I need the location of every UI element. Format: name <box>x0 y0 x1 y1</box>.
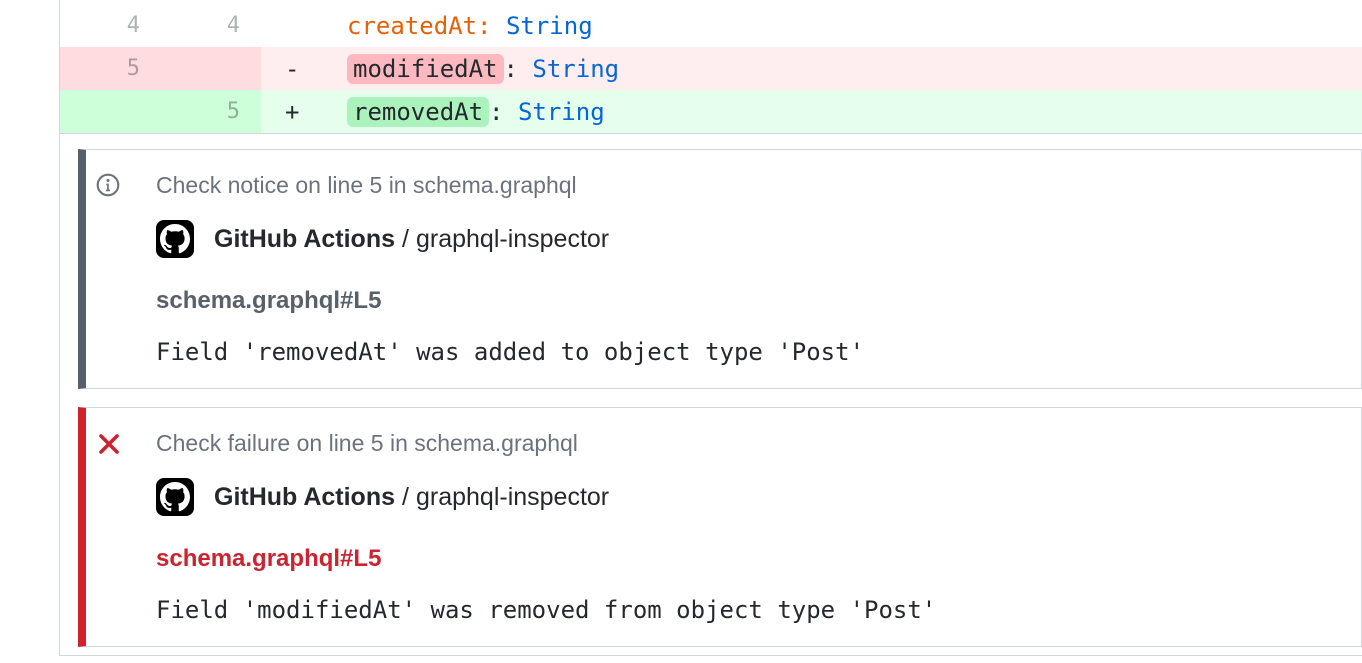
app-name-link[interactable]: GitHub Actions <box>214 483 395 511</box>
workflow-name[interactable]: graphql-inspector <box>416 483 609 511</box>
diff-code-line: createdAt: String <box>261 4 1362 47</box>
type-token: String <box>532 55 619 83</box>
diff-code-line: + removedAt: String <box>261 90 1362 133</box>
workflow-name[interactable]: graphql-inspector <box>416 225 609 253</box>
info-icon <box>96 173 120 197</box>
github-logo-icon <box>156 220 194 258</box>
check-annotation-notice: Check notice on line 5 in schema.graphql… <box>78 149 1362 389</box>
new-line-number[interactable] <box>161 47 261 90</box>
app-separator: / <box>402 225 409 253</box>
x-icon <box>98 433 120 455</box>
code-text: createdAt: String <box>347 12 593 40</box>
annotation-header: Check failure on line 5 in schema.graphq… <box>156 432 1341 454</box>
code-text: removedAt: String <box>347 98 605 126</box>
annotation-app-row: GitHub Actions/graphql-inspector <box>156 220 1341 258</box>
diff-annotations-view: 4 4 createdAt: String 5 - modifiedAt: St… <box>0 0 1362 663</box>
separator-token <box>492 12 506 40</box>
separator-token: : <box>489 98 518 126</box>
type-token: String <box>518 98 605 126</box>
app-line: GitHub Actions/graphql-inspector <box>214 220 609 258</box>
old-line-number[interactable] <box>60 90 161 133</box>
annotation-message: Field 'modifiedAt' was removed from obje… <box>156 599 1341 622</box>
file-line-link[interactable]: schema.graphql#L5 <box>156 288 1341 313</box>
diff-code-line: - modifiedAt: String <box>261 47 1362 90</box>
app-separator: / <box>402 483 409 511</box>
annotation-app-row: GitHub Actions/graphql-inspector <box>156 478 1341 516</box>
new-line-number[interactable]: 5 <box>161 90 261 133</box>
old-line-number[interactable]: 5 <box>60 47 161 90</box>
type-token: String <box>506 12 593 40</box>
annotation-message: Field 'removedAt' was added to object ty… <box>156 341 1341 364</box>
app-name-link[interactable]: GitHub Actions <box>214 225 395 253</box>
code-text: modifiedAt: String <box>347 55 619 83</box>
diff-line-context: 4 4 createdAt: String <box>60 4 1362 47</box>
new-line-number[interactable]: 4 <box>161 4 261 47</box>
separator-token: : <box>504 55 533 83</box>
diff-section: 4 4 createdAt: String 5 - modifiedAt: St… <box>60 0 1362 134</box>
inline-annotations: Check notice on line 5 in schema.graphql… <box>60 134 1362 647</box>
file-line-link[interactable]: schema.graphql#L5 <box>156 546 1341 571</box>
old-line-number[interactable]: 4 <box>60 4 161 47</box>
diff-line-deleted: 5 - modifiedAt: String <box>60 47 1362 90</box>
github-logo-icon <box>156 478 194 516</box>
check-annotation-failure: Check failure on line 5 in schema.graphq… <box>78 407 1362 647</box>
diff-marker: - <box>285 55 347 83</box>
file-diff-container: 4 4 createdAt: String 5 - modifiedAt: St… <box>59 0 1362 656</box>
field-token: createdAt: <box>347 12 492 40</box>
app-line: GitHub Actions/graphql-inspector <box>214 478 609 516</box>
diff-line-added: 5 + removedAt: String <box>60 90 1362 133</box>
annotation-header: Check notice on line 5 in schema.graphql <box>156 174 1341 196</box>
deleted-word-highlight: modifiedAt <box>347 54 504 84</box>
added-word-highlight: removedAt <box>347 97 489 127</box>
diff-marker: + <box>285 98 347 126</box>
